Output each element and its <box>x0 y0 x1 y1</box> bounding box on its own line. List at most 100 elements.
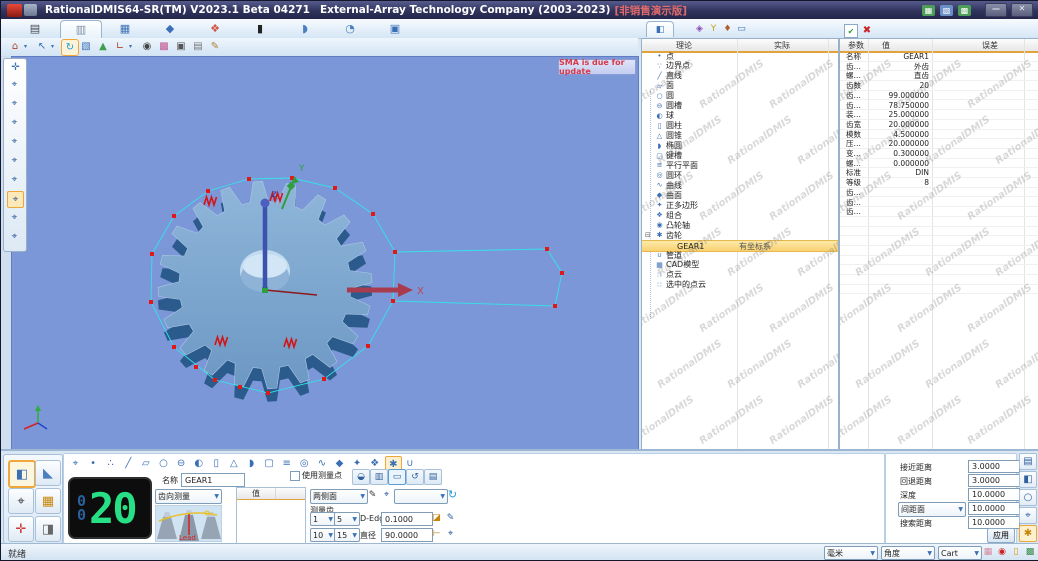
props-header-error[interactable]: 误差 <box>982 40 998 51</box>
feature-parallel-planes-button[interactable]: ≡ <box>279 456 294 470</box>
tab-crown[interactable]: ♦ <box>721 21 734 36</box>
approach-input[interactable]: 3.0000 <box>968 460 1020 473</box>
tab-rotate[interactable]: ↺ <box>406 469 424 485</box>
depth-input[interactable]: 10.0000 <box>968 488 1020 501</box>
tab-print[interactable]: ▤ <box>15 20 55 37</box>
close-button[interactable]: ✕ <box>1011 3 1033 17</box>
pitch-input[interactable]: 10.0000 <box>968 502 1020 515</box>
tab-filter[interactable]: Y <box>707 21 720 36</box>
minimize-button[interactable]: — <box>985 3 1007 17</box>
tooth-flag-icon[interactable]: ◪ <box>430 512 443 524</box>
feature-curve-button[interactable]: ∿ <box>314 456 329 470</box>
value-list[interactable]: 值 <box>236 487 306 545</box>
refresh-view-button[interactable]: ↻ <box>61 39 79 56</box>
feature-torus-button[interactable]: ◎ <box>297 456 312 470</box>
tree-item-gear[interactable]: ⊟ ✱ 齿轮 <box>642 230 838 240</box>
unit-combo[interactable]: 毫米 ▼ <box>824 546 878 560</box>
probe-pick-2-button[interactable]: ⌖ <box>7 115 22 130</box>
axis-view-button-caret[interactable]: ▾ <box>129 43 132 50</box>
sma-update-button[interactable]: SMA is due for update <box>558 58 636 76</box>
home-button-caret[interactable]: ▾ <box>24 43 27 50</box>
tab-pointer[interactable]: ◆ <box>150 20 190 37</box>
pitch-surface-combo[interactable]: 间距面 ▼ <box>898 502 966 517</box>
select-cursor-button[interactable]: ↖ <box>34 39 50 54</box>
select-cursor-button-caret[interactable]: ▾ <box>51 43 54 50</box>
tab-monitor[interactable]: ▣ <box>375 20 415 37</box>
feature-point-button[interactable]: • <box>86 456 101 470</box>
touch-button[interactable]: ⌖ <box>1019 507 1037 524</box>
tab-window[interactable]: ▦ <box>105 20 145 37</box>
tab-card[interactable]: ▤ <box>424 469 442 485</box>
apply-button[interactable]: 应用 <box>987 528 1015 543</box>
home-button[interactable]: ⌂ <box>7 39 23 54</box>
probe-button[interactable]: ◧ <box>1019 471 1037 488</box>
dedge-input[interactable]: 0.1000 <box>381 512 433 526</box>
tab-shield[interactable]: ◈ <box>693 21 706 36</box>
measure-mode-combo[interactable]: 齿向测量 ▼ <box>155 489 222 504</box>
edit-path-icon[interactable]: ✎ <box>444 512 457 524</box>
screen-share-icon[interactable]: ▧ <box>940 4 953 16</box>
probe-small-button[interactable]: ⌖ <box>7 172 22 187</box>
feature-surface-button[interactable]: ◆ <box>332 456 347 470</box>
probe-y-icon[interactable]: ⌖ <box>380 489 393 501</box>
tree-item-selected-point-cloud[interactable]: ∷ 选中的点云 <box>642 280 838 290</box>
angle-combo[interactable]: 角度 ▼ <box>881 546 935 560</box>
probe-mode-button[interactable]: ⌖ <box>8 488 34 514</box>
fit-view-button[interactable]: ▲ <box>95 39 111 54</box>
tab-probe-path[interactable]: ◒ <box>352 469 370 485</box>
feature-combine-button[interactable]: ❖ <box>367 456 382 470</box>
probe-angle-button[interactable]: ⌖ <box>7 210 22 225</box>
tab-clock[interactable]: ◔ <box>330 20 370 37</box>
settings-gear-button[interactable]: ✱ <box>1019 525 1037 542</box>
probe-pick-3-button[interactable]: ⌖ <box>7 134 22 149</box>
tab-window[interactable]: ▭ <box>388 469 406 485</box>
report-button[interactable]: ▤ <box>1019 453 1037 470</box>
coord-combo[interactable]: Cart ▼ <box>938 546 982 560</box>
fixture-mode-button[interactable]: ◣ <box>35 460 61 486</box>
props-header-param[interactable]: 参数 <box>848 40 864 51</box>
extra-combo[interactable]: ▼ <box>394 489 448 504</box>
feature-vector-point-button[interactable]: ∴ <box>103 456 118 470</box>
tab-document[interactable]: ▥ <box>60 20 102 38</box>
feature-ellipse-button[interactable]: ◗ <box>244 456 259 470</box>
axis-view-button[interactable]: ∟ <box>112 39 128 54</box>
props-apply-check-icon[interactable]: ✔ <box>844 24 858 38</box>
tab-device[interactable]: ▮ <box>240 20 280 37</box>
probe-pick-1-button[interactable]: ⌖ <box>7 96 22 111</box>
paint-button[interactable]: ✎ <box>207 39 223 54</box>
feature-keyway-button[interactable]: ▢ <box>262 456 277 470</box>
value-list-header[interactable]: 值 <box>237 488 276 499</box>
feature-sphere-button[interactable]: ◐ <box>191 456 206 470</box>
render-mode-button[interactable]: ▩ <box>156 39 172 54</box>
tree-header-actual[interactable]: 实际 <box>774 40 790 51</box>
props-close-icon[interactable]: ✖ <box>861 24 873 36</box>
probe-dir-icon[interactable]: ⊢ <box>430 528 443 540</box>
feature-plane-button[interactable]: ▱ <box>138 456 153 470</box>
teeth-combo-1[interactable]: 1 ▼ <box>310 512 336 526</box>
zoom-window-button[interactable]: ▧ <box>78 39 94 54</box>
feature-circle-button[interactable]: ○ <box>156 456 171 470</box>
probe-edit-button[interactable]: ⌖ <box>7 153 22 168</box>
tab-palette[interactable]: ❖ <box>195 20 235 37</box>
diameter-input[interactable]: 90.0000 <box>381 528 433 542</box>
tree-expander-icon[interactable]: ⊟ <box>645 231 651 239</box>
tab-graph[interactable]: ▥ <box>370 469 388 485</box>
feature-probe-hand-button[interactable]: ⌖ <box>68 456 83 470</box>
tree-header-theory[interactable]: 理论 <box>676 40 692 51</box>
probe-tip-icon[interactable]: ⌖ <box>444 528 457 540</box>
remote-control-icon[interactable]: ▦ <box>922 4 935 16</box>
probe-b-button[interactable]: ⌖ <box>7 229 22 244</box>
feature-pipe-button[interactable]: ∪ <box>402 456 417 470</box>
axes-mode-button[interactable]: ✛ <box>8 516 34 542</box>
snapshot-button[interactable]: ▣ <box>173 39 189 54</box>
feature-line-button[interactable]: ╱ <box>121 456 136 470</box>
pen-probe-icon[interactable]: ✎ <box>366 489 379 501</box>
device-connect-icon[interactable]: ▩ <box>958 4 971 16</box>
viewport-3d[interactable]: z Y X SMA is due for update <box>11 56 639 451</box>
model-box-button[interactable]: ▤ <box>190 39 206 54</box>
workpiece-mode-button[interactable]: ◧ <box>8 460 36 488</box>
use-points-checkbox[interactable] <box>290 471 300 481</box>
props-header-value[interactable]: 值 <box>882 40 890 51</box>
part-probe-button[interactable]: ◨ <box>35 516 61 542</box>
flank-select-combo[interactable]: 两侧面 ▼ <box>310 489 368 504</box>
